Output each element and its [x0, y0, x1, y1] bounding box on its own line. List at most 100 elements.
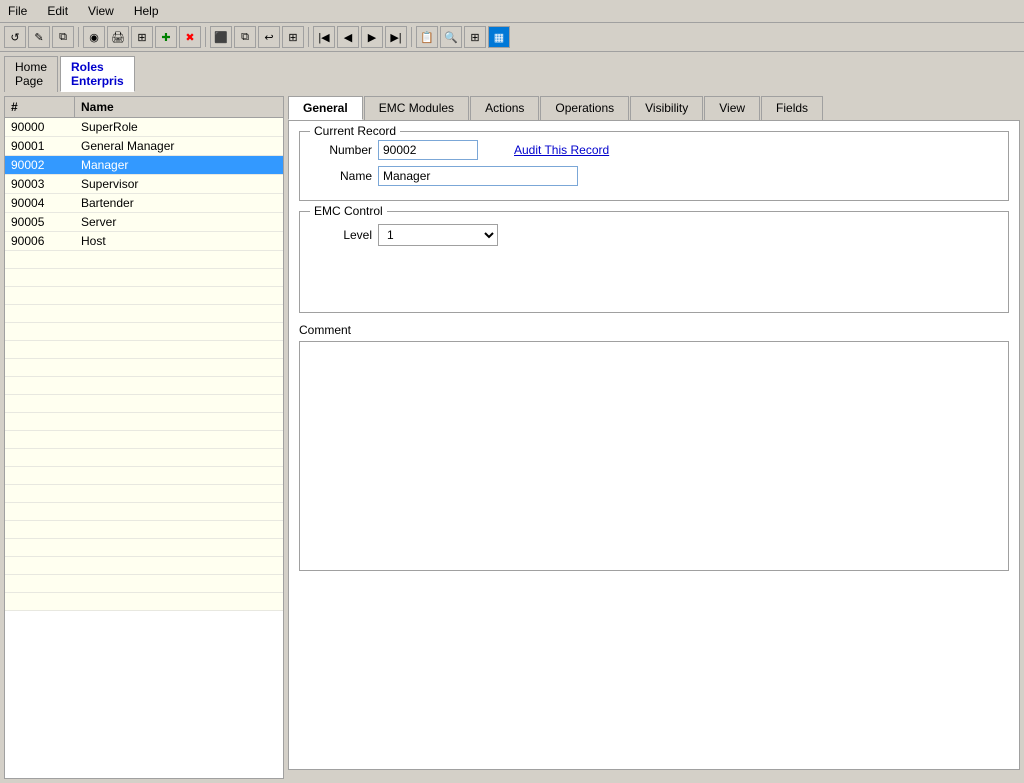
list-row-empty	[5, 503, 283, 521]
list-item-selected[interactable]: 90002 Manager	[5, 156, 283, 175]
name-label: Name	[312, 169, 372, 183]
number-row: Number Audit This Record	[312, 140, 996, 160]
tab-fields[interactable]: Fields	[761, 96, 823, 120]
toolbar-search[interactable]: 🔍	[440, 26, 462, 48]
list-row-empty	[5, 323, 283, 341]
toolbar-paste[interactable]: ⊞	[282, 26, 304, 48]
toolbar-grid2[interactable]: ⊞	[464, 26, 486, 48]
list-row-empty	[5, 413, 283, 431]
nav-tab-home[interactable]: HomePage	[4, 56, 58, 92]
cell-name: Manager	[75, 156, 283, 174]
toolbar-last[interactable]: ▶|	[385, 26, 407, 48]
list-row-empty	[5, 431, 283, 449]
toolbar-nav2[interactable]: ⧉	[234, 26, 256, 48]
toolbar-first[interactable]: |◀	[313, 26, 335, 48]
cell-name: SuperRole	[75, 118, 283, 136]
tab-actions[interactable]: Actions	[470, 96, 539, 120]
cell-name: Host	[75, 232, 283, 250]
tab-general[interactable]: General	[288, 96, 363, 120]
list-row-empty	[5, 449, 283, 467]
comment-label: Comment	[299, 323, 1009, 337]
toolbar-nav1[interactable]: ⬛	[210, 26, 232, 48]
toolbar-sep4	[411, 27, 412, 47]
menu-bar: File Edit View Help	[0, 0, 1024, 23]
toolbar-sep2	[205, 27, 206, 47]
toolbar-edit[interactable]: ✎	[28, 26, 50, 48]
list-row-empty	[5, 269, 283, 287]
level-select[interactable]: 1 2 3 4 5	[378, 224, 498, 246]
toolbar-print2[interactable]: 🖨	[107, 26, 129, 48]
list-item[interactable]: 90003 Supervisor	[5, 175, 283, 194]
toolbar-sep1	[78, 27, 79, 47]
list-row-empty	[5, 467, 283, 485]
level-row: Level 1 2 3 4 5	[312, 224, 996, 246]
list-panel: # Name 90000 SuperRole 90001 General Man…	[4, 96, 284, 779]
list-row-empty	[5, 287, 283, 305]
cell-id: 90002	[5, 156, 75, 174]
cell-id: 90001	[5, 137, 75, 155]
menu-edit[interactable]: Edit	[43, 2, 72, 20]
menu-view[interactable]: View	[84, 2, 118, 20]
current-record-legend: Current Record	[310, 124, 400, 138]
toolbar-print1[interactable]: ◉	[83, 26, 105, 48]
list-row-empty	[5, 395, 283, 413]
tab-emc-modules[interactable]: EMC Modules	[364, 96, 469, 120]
toolbar-sep3	[308, 27, 309, 47]
list-row-empty	[5, 593, 283, 611]
toolbar-undo[interactable]: ↩	[258, 26, 280, 48]
nav-tabs-area: HomePage RolesEnterpris	[0, 52, 1024, 92]
toolbar-refresh[interactable]: ↺	[4, 26, 26, 48]
toolbar-delete[interactable]: ✖	[179, 26, 201, 48]
toolbar-grid[interactable]: ⊞	[131, 26, 153, 48]
emc-control-legend: EMC Control	[310, 204, 387, 218]
list-item[interactable]: 90000 SuperRole	[5, 118, 283, 137]
toolbar-doc[interactable]: 📋	[416, 26, 438, 48]
list-row-empty	[5, 359, 283, 377]
audit-link[interactable]: Audit This Record	[514, 143, 609, 157]
number-input[interactable]	[378, 140, 478, 160]
cell-id: 90004	[5, 194, 75, 212]
list-row-empty	[5, 251, 283, 269]
col-header-id: #	[5, 97, 75, 117]
name-row: Name	[312, 166, 996, 186]
list-row-empty	[5, 575, 283, 593]
toolbar-chart[interactable]: ▦	[488, 26, 510, 48]
current-record-section: Current Record Number Audit This Record …	[299, 131, 1009, 201]
level-label: Level	[312, 228, 372, 242]
name-input[interactable]	[378, 166, 578, 186]
tab-view[interactable]: View	[704, 96, 760, 120]
menu-help[interactable]: Help	[130, 2, 163, 20]
tab-bar: General EMC Modules Actions Operations V…	[288, 96, 1020, 120]
list-row-empty	[5, 521, 283, 539]
tab-content-general: Current Record Number Audit This Record …	[288, 120, 1020, 770]
list-header: # Name	[5, 97, 283, 118]
cell-name: General Manager	[75, 137, 283, 155]
cell-name: Supervisor	[75, 175, 283, 193]
tab-operations[interactable]: Operations	[540, 96, 629, 120]
list-row-empty	[5, 377, 283, 395]
emc-control-section: EMC Control Level 1 2 3 4 5	[299, 211, 1009, 313]
main-content: # Name 90000 SuperRole 90001 General Man…	[0, 92, 1024, 783]
nav-tab-roles[interactable]: RolesEnterpris	[60, 56, 135, 92]
comment-textarea[interactable]	[299, 341, 1009, 571]
cell-id: 90003	[5, 175, 75, 193]
list-item[interactable]: 90006 Host	[5, 232, 283, 251]
list-item[interactable]: 90005 Server	[5, 213, 283, 232]
menu-file[interactable]: File	[4, 2, 31, 20]
toolbar-copy[interactable]: ⧉	[52, 26, 74, 48]
col-header-name: Name	[75, 97, 283, 117]
list-item[interactable]: 90004 Bartender	[5, 194, 283, 213]
toolbar: ↺ ✎ ⧉ ◉ 🖨 ⊞ ✚ ✖ ⬛ ⧉ ↩ ⊞ |◀ ◀ ▶ ▶| 📋 🔍 ⊞ …	[0, 23, 1024, 52]
cell-id: 90006	[5, 232, 75, 250]
cell-id: 90005	[5, 213, 75, 231]
list-item[interactable]: 90001 General Manager	[5, 137, 283, 156]
right-panel: General EMC Modules Actions Operations V…	[288, 96, 1020, 779]
cell-name: Bartender	[75, 194, 283, 212]
toolbar-next[interactable]: ▶	[361, 26, 383, 48]
number-label: Number	[312, 143, 372, 157]
toolbar-new[interactable]: ✚	[155, 26, 177, 48]
cell-id: 90000	[5, 118, 75, 136]
tab-visibility[interactable]: Visibility	[630, 96, 703, 120]
list-row-empty	[5, 539, 283, 557]
toolbar-prev[interactable]: ◀	[337, 26, 359, 48]
